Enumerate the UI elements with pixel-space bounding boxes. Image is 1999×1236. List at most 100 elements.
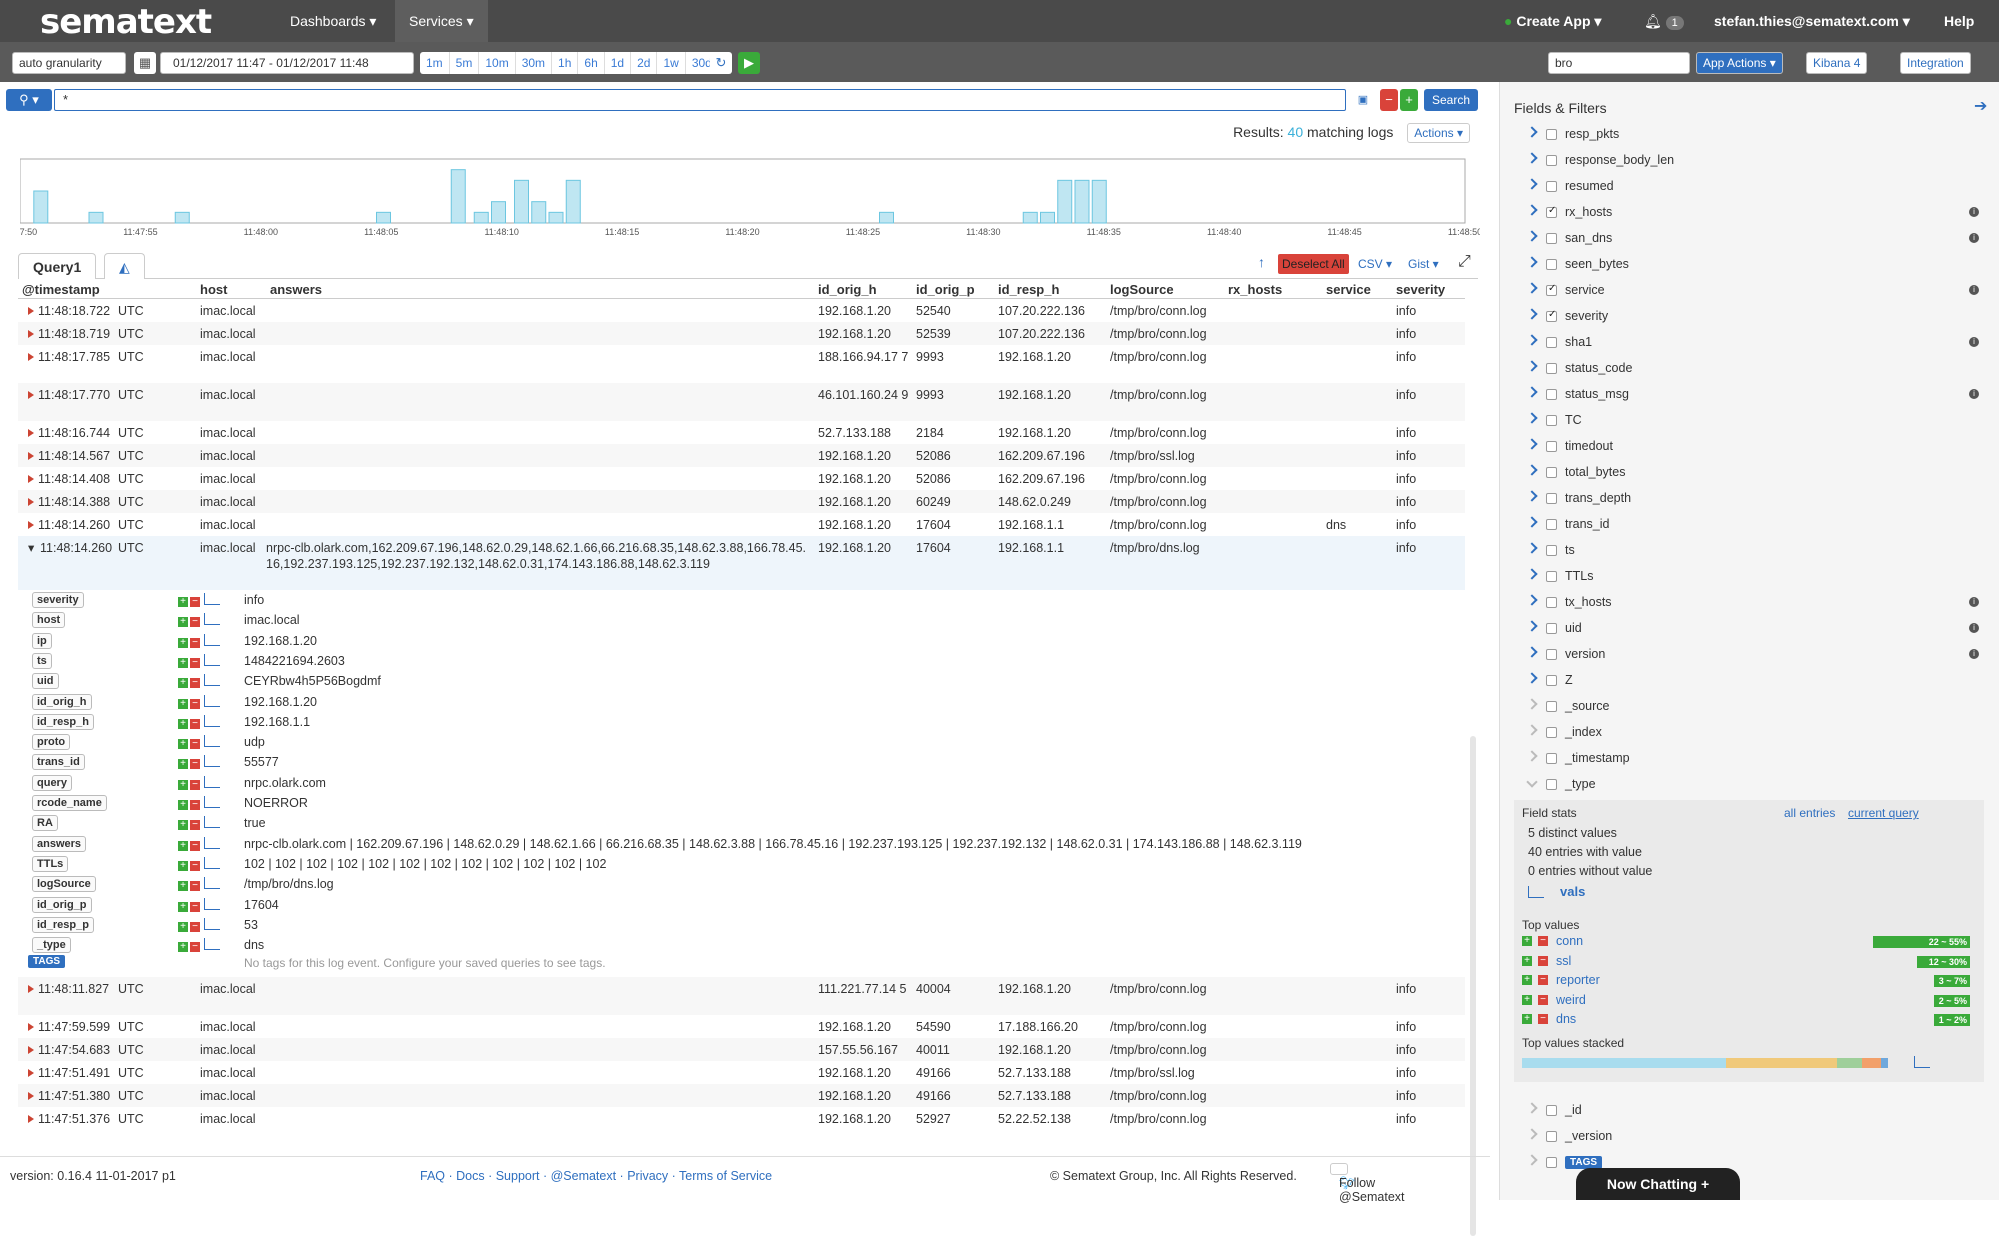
nav-dashboards[interactable]: Dashboards ▾ bbox=[276, 0, 390, 42]
filter-exclude-icon[interactable]: − bbox=[190, 779, 200, 790]
column-header-idorigh[interactable]: id_orig_h bbox=[818, 282, 877, 297]
field-tx-hosts[interactable]: tx_hosts i bbox=[1514, 590, 1984, 616]
refresh-icon[interactable]: ↻ bbox=[710, 52, 732, 74]
filter-exclude-icon[interactable]: − bbox=[1538, 994, 1548, 1005]
field-checkbox[interactable] bbox=[1546, 441, 1557, 452]
chevron-right-icon[interactable] bbox=[1526, 230, 1538, 242]
chevron-right-icon[interactable] bbox=[1526, 568, 1538, 580]
bar-chart-icon[interactable] bbox=[1914, 1056, 1930, 1068]
info-icon[interactable]: i bbox=[1969, 285, 1979, 295]
chevron-right-icon[interactable] bbox=[1526, 724, 1538, 736]
top-value-name[interactable]: conn bbox=[1556, 934, 1583, 948]
range-2d[interactable]: 2d bbox=[631, 52, 658, 74]
chevron-right-icon[interactable] bbox=[1526, 516, 1538, 528]
chevron-right-icon[interactable] bbox=[1526, 620, 1538, 632]
info-icon[interactable]: i bbox=[1969, 597, 1979, 607]
field-checkbox[interactable] bbox=[1546, 1131, 1557, 1142]
range-30m[interactable]: 30m bbox=[516, 52, 553, 74]
top-value-name[interactable]: weird bbox=[1556, 993, 1586, 1007]
bar-chart-icon[interactable] bbox=[204, 877, 220, 890]
bar-chart-icon[interactable] bbox=[204, 775, 220, 788]
tab-chart[interactable]: ◭ bbox=[104, 253, 145, 279]
column-header-idresph[interactable]: id_resp_h bbox=[998, 282, 1059, 297]
filter-exclude-icon[interactable]: − bbox=[190, 942, 200, 953]
histogram-bar[interactable] bbox=[548, 211, 564, 224]
collapse-sidebar-icon[interactable]: ➔ bbox=[1974, 96, 1987, 116]
field--source[interactable]: _source bbox=[1514, 694, 1984, 720]
field-checkbox[interactable] bbox=[1546, 545, 1557, 556]
filter-include-icon[interactable]: + bbox=[178, 718, 188, 729]
top-value-name[interactable]: reporter bbox=[1556, 973, 1600, 987]
field-trans-depth[interactable]: trans_depth bbox=[1514, 486, 1984, 512]
field-sha1[interactable]: sha1 i bbox=[1514, 330, 1984, 356]
column-header-answers[interactable]: answers bbox=[270, 282, 322, 297]
range-5m[interactable]: 5m bbox=[450, 52, 480, 74]
play-icon[interactable]: ▶ bbox=[738, 52, 760, 74]
info-icon[interactable]: i bbox=[1969, 389, 1979, 399]
save-icon[interactable]: ▣ bbox=[1352, 89, 1374, 111]
filter-exclude-icon[interactable]: − bbox=[1538, 1014, 1548, 1024]
range-1m[interactable]: 1m bbox=[420, 52, 450, 74]
expanded-row[interactable]: ▾ 11:48:14.260 UTC imac.local nrpc-clb.olark… bbox=[18, 536, 1465, 590]
field-checkbox[interactable] bbox=[1546, 727, 1557, 738]
top-value-name[interactable]: ssl bbox=[1556, 954, 1571, 968]
bar-chart-icon[interactable] bbox=[204, 714, 220, 727]
filter-exclude-icon[interactable]: − bbox=[190, 860, 200, 871]
filter-exclude-icon[interactable]: − bbox=[190, 698, 200, 709]
bar-chart-icon[interactable] bbox=[204, 613, 220, 626]
sematext-logo[interactable]: sematext bbox=[40, 2, 212, 42]
column-header-severity[interactable]: severity bbox=[1396, 282, 1445, 297]
filter-include-icon[interactable]: + bbox=[178, 881, 188, 892]
field-checkbox[interactable] bbox=[1546, 779, 1557, 790]
field-TC[interactable]: TC bbox=[1514, 408, 1984, 434]
chevron-right-icon[interactable] bbox=[1526, 594, 1538, 606]
chevron-right-icon[interactable] bbox=[1526, 412, 1538, 424]
bar-chart-icon[interactable] bbox=[204, 694, 220, 707]
field-checkbox[interactable] bbox=[1546, 259, 1557, 270]
table-row[interactable]: 11:47:51.491 UTC imac.local 192.168.1.20 491… bbox=[18, 1061, 1465, 1084]
field-status-code[interactable]: status_code bbox=[1514, 356, 1984, 382]
filter-include-icon[interactable]: + bbox=[178, 901, 188, 912]
field-resp-pkts[interactable]: resp_pkts bbox=[1514, 122, 1984, 148]
deselect-all-button[interactable]: Deselect All bbox=[1278, 254, 1349, 274]
field-checkbox[interactable] bbox=[1546, 1157, 1557, 1168]
filter-include-icon[interactable]: + bbox=[1522, 955, 1532, 966]
table-row[interactable]: 11:47:51.380 UTC imac.local 192.168.1.20 491… bbox=[18, 1084, 1465, 1108]
chevron-right-icon[interactable] bbox=[1526, 308, 1538, 320]
table-row[interactable]: 11:48:11.827 UTC imac.local 111.221.77.14 5… bbox=[18, 977, 1465, 1016]
integration-button[interactable]: Integration bbox=[1900, 52, 1971, 74]
field-version[interactable]: version i bbox=[1514, 642, 1984, 668]
chevron-right-icon[interactable] bbox=[1526, 1102, 1538, 1114]
histogram-bar[interactable] bbox=[376, 211, 391, 224]
histogram-bar[interactable] bbox=[514, 179, 529, 224]
histogram-bar[interactable] bbox=[174, 211, 190, 224]
bar-chart-icon[interactable] bbox=[204, 735, 220, 748]
field-checkbox[interactable] bbox=[1546, 675, 1557, 686]
vals-link[interactable]: vals bbox=[1560, 884, 1585, 899]
filter-exclude-icon[interactable]: − bbox=[190, 718, 200, 729]
field-checkbox[interactable] bbox=[1546, 181, 1557, 192]
range-10m[interactable]: 10m bbox=[479, 52, 516, 74]
range-1h[interactable]: 1h bbox=[552, 52, 579, 74]
field-checkbox[interactable] bbox=[1546, 1105, 1557, 1116]
csv-button[interactable]: CSV ▾ bbox=[1358, 257, 1392, 271]
filter-include-icon[interactable]: + bbox=[178, 820, 188, 831]
bar-chart-icon[interactable] bbox=[204, 856, 220, 869]
fullscreen-icon[interactable]: ⤢ bbox=[1458, 253, 1471, 271]
help-link[interactable]: Help bbox=[1930, 0, 1988, 42]
field-checkbox[interactable] bbox=[1546, 467, 1557, 478]
notifications-button[interactable]: 🔔︎ 1 bbox=[1630, 0, 1698, 42]
field-seen-bytes[interactable]: seen_bytes bbox=[1514, 252, 1984, 278]
histogram-bar[interactable] bbox=[1057, 179, 1073, 224]
bar-chart-icon[interactable] bbox=[204, 593, 220, 605]
filter-exclude-icon[interactable]: − bbox=[190, 800, 200, 810]
field-version[interactable]: _version bbox=[1514, 1124, 1984, 1150]
filter-exclude-icon[interactable]: − bbox=[190, 678, 200, 689]
field-ts[interactable]: ts bbox=[1514, 538, 1984, 564]
actions-dropdown[interactable]: Actions ▾ bbox=[1407, 123, 1470, 143]
search-button[interactable]: Search bbox=[1424, 89, 1479, 111]
chevron-right-icon[interactable] bbox=[1526, 178, 1538, 190]
histogram-bar[interactable] bbox=[565, 179, 581, 224]
filter-exclude-icon[interactable]: − bbox=[190, 657, 200, 668]
bar-chart-icon[interactable] bbox=[204, 917, 220, 930]
